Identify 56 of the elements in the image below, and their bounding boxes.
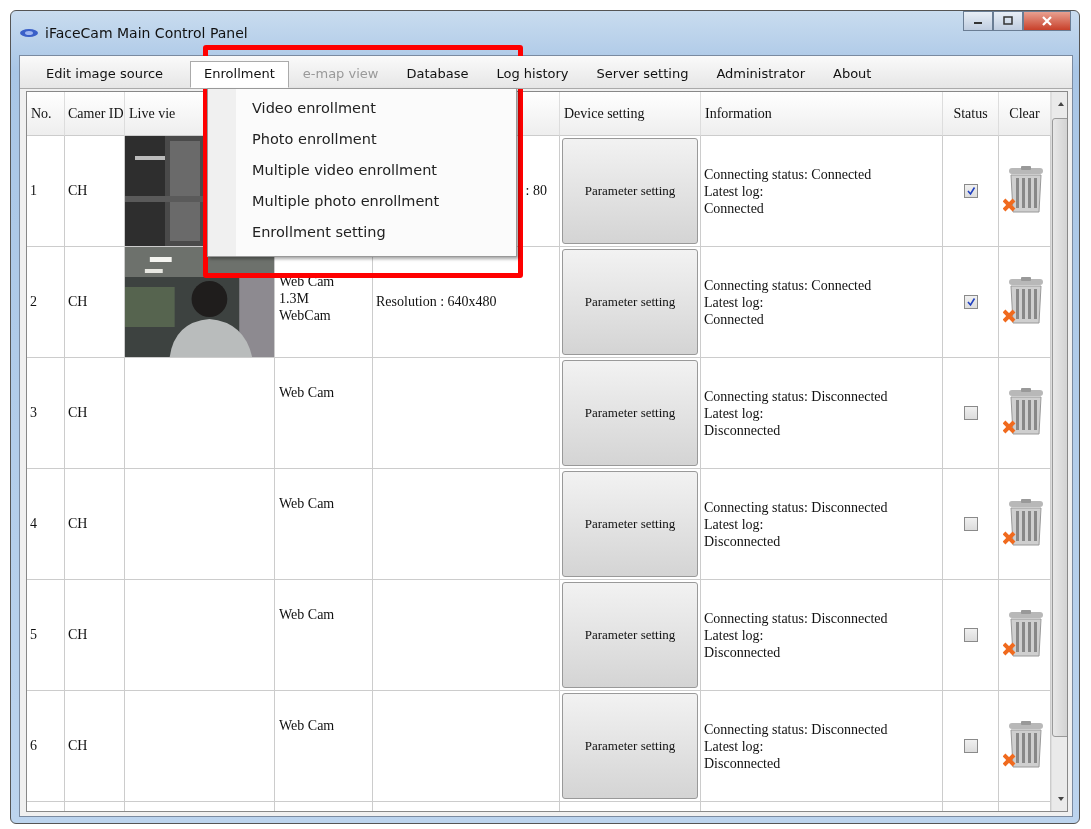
scroll-thumb[interactable] (1052, 118, 1067, 737)
status-checkbox[interactable] (963, 517, 978, 531)
table-cell: CH (65, 580, 125, 691)
maximize-icon (1002, 16, 1014, 26)
status-checkbox[interactable] (963, 295, 978, 309)
table-cell: 5 (27, 580, 65, 691)
column-header: Camer ID (65, 92, 125, 136)
menu-item[interactable]: Database (392, 61, 483, 88)
parameter-setting-button[interactable]: Parameter setting (562, 360, 698, 466)
table-cell: 1 (27, 136, 65, 247)
menu-item[interactable]: About (819, 61, 886, 88)
table-cell: Connecting status: Disconnected Latest log: Disconnected (701, 691, 943, 802)
scroll-up-icon[interactable] (1056, 100, 1066, 108)
window-title: iFaceCam Main Control Panel (45, 25, 248, 41)
table-cell: 3 (27, 358, 65, 469)
status-checkbox[interactable] (963, 739, 978, 753)
table-cell: Connecting status: Disconnected Latest log: Disconnected (701, 469, 943, 580)
scrollbar[interactable] (1051, 92, 1067, 811)
menu-item[interactable]: Server setting (582, 61, 703, 88)
column-header: Status (943, 92, 999, 136)
maximize-button[interactable] (993, 11, 1023, 31)
scroll-down-icon[interactable] (1056, 795, 1066, 803)
parameter-setting-button[interactable]: Parameter setting (562, 471, 698, 577)
column-header: Clear (999, 92, 1051, 136)
table-cell: 2 (27, 247, 65, 358)
table-cell: Connecting status: Connected Latest log: Connected (701, 247, 943, 358)
menu-item[interactable]: Administrator (702, 61, 819, 88)
table-cell: CH (65, 469, 125, 580)
parameter-setting-button[interactable]: Parameter setting (562, 249, 698, 355)
menu-item[interactable]: Edit image source (28, 61, 177, 88)
table-cell: Web Cam (275, 358, 373, 469)
menu-item[interactable]: Enrollment (190, 61, 289, 88)
table-cell: Connecting status: Connected Latest log: Connected (701, 136, 943, 247)
menu-item[interactable]: Log history (482, 61, 583, 88)
parameter-setting-button[interactable]: Parameter setting (562, 138, 698, 244)
column-header: Information (701, 92, 943, 136)
table-cell: Connecting status: Disconnected Latest log: Disconnected (701, 580, 943, 691)
column-header: Device setting (560, 92, 701, 136)
parameter-setting-button[interactable]: Parameter setting (562, 693, 698, 799)
status-checkbox[interactable] (963, 406, 978, 420)
column-header: No. (27, 92, 65, 136)
parameter-setting-button[interactable]: Parameter setting (562, 582, 698, 688)
app-icon (19, 28, 39, 38)
table-cell: Web Cam (275, 469, 373, 580)
table-cell: 6 (27, 691, 65, 802)
close-icon (1041, 15, 1053, 27)
status-checkbox[interactable] (963, 184, 978, 198)
status-checkbox[interactable] (963, 628, 978, 642)
close-button[interactable] (1023, 11, 1071, 31)
table-cell: Web Cam (275, 691, 373, 802)
table-cell: 4 (27, 469, 65, 580)
table-cell: Connecting status: Disconnected Latest log: Disconnected (701, 358, 943, 469)
minimize-button[interactable] (963, 11, 993, 31)
table-cell: Web Cam (275, 580, 373, 691)
table-cell: CH (65, 358, 125, 469)
table-cell: CH (65, 691, 125, 802)
